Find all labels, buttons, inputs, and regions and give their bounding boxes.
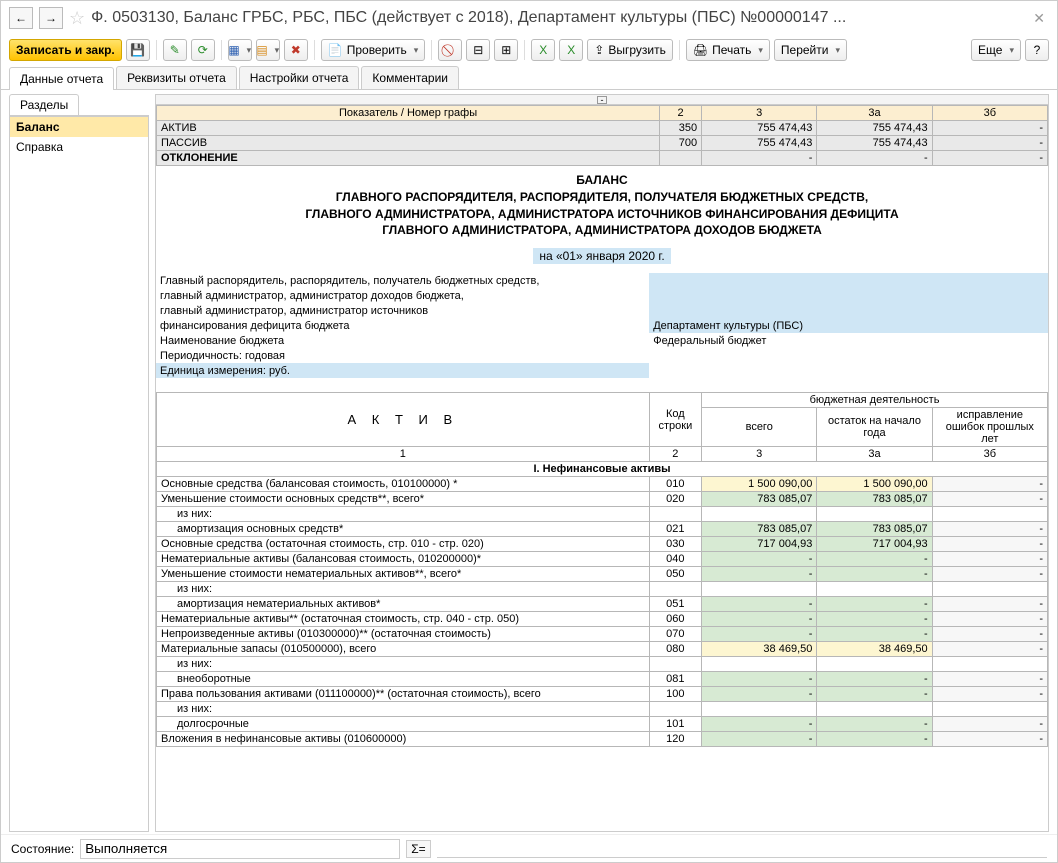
table-row[interactable]: из них: <box>157 507 1048 522</box>
meta-budget: Федеральный бюджет <box>649 333 1048 348</box>
more-button[interactable]: Еще <box>971 39 1021 61</box>
excel-icon: X <box>539 43 547 57</box>
table-icon: ▦ <box>228 43 239 57</box>
sum-label: Σ= <box>406 840 430 858</box>
sections-list: Баланс Справка <box>9 116 149 832</box>
excel-button[interactable]: X <box>531 39 555 61</box>
sections-tab[interactable]: Разделы <box>9 94 79 115</box>
section-item-reference[interactable]: Справка <box>10 137 148 157</box>
aktiv-header: А К Т И В <box>157 393 650 447</box>
tab-comments[interactable]: Комментарии <box>361 66 459 89</box>
excel2-icon: X <box>567 43 575 57</box>
delete-button[interactable]: ✖ <box>284 39 308 61</box>
meta-department[interactable]: Департамент культуры (ПБС) <box>649 318 1048 333</box>
collapse-button[interactable]: ⊞ <box>494 39 518 61</box>
goto-button[interactable]: Перейти <box>774 39 847 61</box>
document-title: БАЛАНС ГЛАВНОГО РАСПОРЯДИТЕЛЯ, РАСПОРЯДИ… <box>156 166 1048 245</box>
favorite-icon[interactable]: ☆ <box>69 8 85 29</box>
expand-button[interactable]: ⊟ <box>466 39 490 61</box>
collapse-icon: ⊞ <box>501 43 511 57</box>
table-row[interactable]: амортизация нематериальных активов*051--… <box>157 597 1048 612</box>
table-row[interactable]: Права пользования активами (011100000)**… <box>157 687 1048 702</box>
table-row[interactable]: Материальные запасы (010500000), всего08… <box>157 642 1048 657</box>
collapse-toggle-icon[interactable]: - <box>597 96 607 104</box>
report-date[interactable]: на «01» января 2020 г. <box>533 248 670 264</box>
window-title: Ф. 0503130, Баланс ГРБС, РБС, ПБС (дейст… <box>91 9 1023 27</box>
x-icon: ✖ <box>291 43 301 57</box>
table-row[interactable]: Основные средства (остаточная стоимость,… <box>157 537 1048 552</box>
sum-field[interactable] <box>437 840 1047 858</box>
excel2-button[interactable]: X <box>559 39 583 61</box>
tab-settings[interactable]: Настройки отчета <box>239 66 360 89</box>
action2-dropdown[interactable]: ▤ <box>256 39 280 61</box>
table-row[interactable]: из них: <box>157 702 1048 717</box>
table-row[interactable]: Нематериальные активы** (остаточная стои… <box>157 612 1048 627</box>
action1-dropdown[interactable]: ▦ <box>228 39 252 61</box>
help-button[interactable]: ? <box>1025 39 1049 61</box>
section-item-balance[interactable]: Баланс <box>10 117 148 137</box>
tab-requisites[interactable]: Реквизиты отчета <box>116 66 237 89</box>
floppy-icon: 💾 <box>130 43 145 57</box>
table-row[interactable]: Непроизведенные активы (010300000)** (ос… <box>157 627 1048 642</box>
toggle-button[interactable]: ⃠ <box>438 39 462 61</box>
main-tabs: Данные отчета Реквизиты отчета Настройки… <box>1 65 1057 90</box>
table-row[interactable]: Уменьшение стоимости нематериальных акти… <box>157 567 1048 582</box>
nav-forward-button[interactable]: → <box>39 7 63 29</box>
export-button[interactable]: ⇪Выгрузить <box>587 39 673 61</box>
table-row[interactable]: Нематериальные активы (балансовая стоимо… <box>157 552 1048 567</box>
summary-header-label: Показатель / Номер графы <box>157 106 660 121</box>
record-close-button[interactable]: Записать и закр. <box>9 39 122 61</box>
print-button[interactable]: 🖨Печать <box>686 39 770 61</box>
status-label: Состояние: <box>11 842 74 856</box>
table-row[interactable]: амортизация основных средств*021783 085,… <box>157 522 1048 537</box>
table-row[interactable]: внеоборотные081--- <box>157 672 1048 687</box>
table-row[interactable]: из них: <box>157 657 1048 672</box>
refresh-button[interactable]: ⟳ <box>191 39 215 61</box>
table-row[interactable]: долгосрочные101--- <box>157 717 1048 732</box>
expand-icon: ⊟ <box>473 43 483 57</box>
table-row[interactable]: Вложения в нефинансовые активы (01060000… <box>157 732 1048 747</box>
table-row[interactable]: Уменьшение стоимости основных средств**,… <box>157 492 1048 507</box>
upload-icon: ⇪ <box>594 43 604 57</box>
close-icon[interactable]: ✕ <box>1029 10 1049 27</box>
save-button[interactable]: 💾 <box>126 39 150 61</box>
collapse-bar[interactable]: - <box>155 94 1049 104</box>
grid-icon: ▤ <box>256 43 267 57</box>
edit-button[interactable]: ✎ <box>163 39 187 61</box>
table-row[interactable]: из них: <box>157 582 1048 597</box>
pencil-icon: ✎ <box>170 43 180 57</box>
tab-data[interactable]: Данные отчета <box>9 67 114 90</box>
document-icon: 📄 <box>328 43 343 57</box>
spreadsheet[interactable]: Показатель / Номер графы 2 3 3а 3б АКТИВ… <box>155 104 1049 832</box>
nav-back-button[interactable]: ← <box>9 7 33 29</box>
refresh-icon: ⟳ <box>198 43 208 57</box>
table-row[interactable]: Основные средства (балансовая стоимость,… <box>157 477 1048 492</box>
print-icon: 🖨 <box>693 43 708 57</box>
status-field[interactable] <box>80 839 400 859</box>
check-button[interactable]: 📄Проверить <box>321 39 426 61</box>
section-1-header: I. Нефинансовые активы <box>157 462 1048 477</box>
